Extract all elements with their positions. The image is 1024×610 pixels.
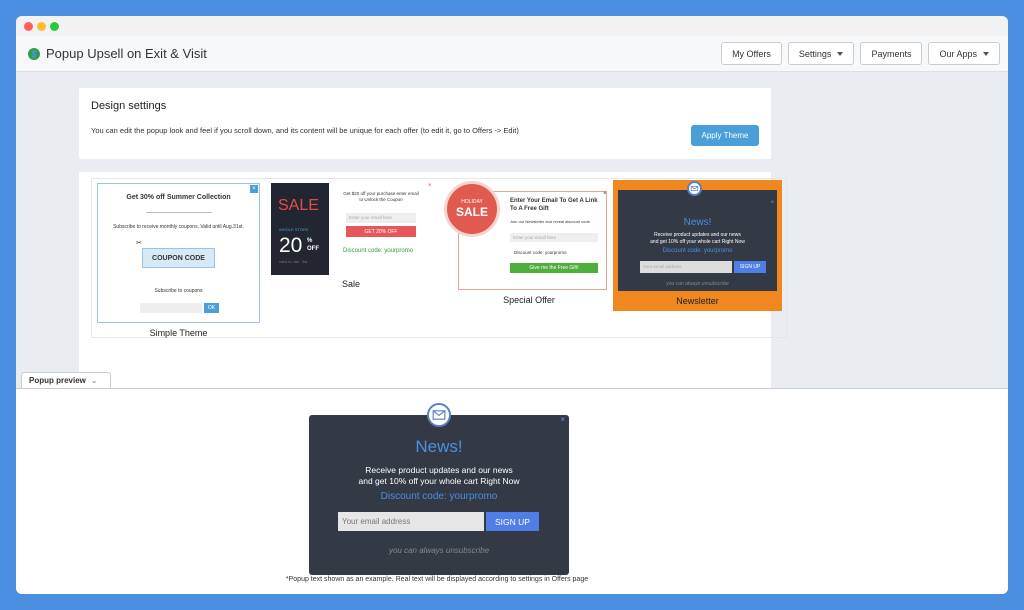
close-icon: × — [770, 200, 774, 206]
app-header: Popup Upsell on Exit & Visit My Offers S… — [16, 36, 1008, 72]
preview-discount-code: Discount code: yourpromo — [380, 491, 498, 502]
special-cta-button: Give me the Free Gift! — [510, 263, 598, 273]
newsletter-panel: × News! Receive product updates and our … — [618, 190, 777, 291]
coupon-code-box: COUPON CODE — [142, 248, 215, 268]
preview-text: Receive product updates and our news and … — [309, 465, 569, 487]
settings-button[interactable]: Settings — [787, 42, 855, 65]
mail-icon — [687, 181, 702, 196]
theme-newsletter-selected[interactable]: × News! Receive product updates and our … — [613, 180, 782, 311]
newsletter-unsubscribe: you can always unsubscribe — [666, 281, 729, 287]
newsletter-heading: News! — [683, 217, 712, 228]
our-apps-label: Our Apps — [939, 48, 977, 59]
popup-preview-area: × News! Receive product updates and our … — [16, 388, 1008, 594]
preview-text-line1: Receive product updates and our news — [365, 465, 513, 475]
our-apps-button[interactable]: Our Apps — [928, 42, 1000, 65]
sale-discount-code: Discount code: yourpromo — [343, 248, 414, 254]
popup-preview-label: Popup preview — [29, 376, 86, 385]
preview-popup: × News! Receive product updates and our … — [309, 403, 569, 575]
theme-label-sale: Sale — [341, 279, 360, 289]
close-window-icon[interactable] — [24, 22, 33, 31]
simple-subscribe-text: Subscribe to coupons — [154, 288, 203, 294]
simple-heading: Get 30% off Summer Collection — [126, 194, 231, 201]
theme-label-special: Special Offer — [503, 295, 555, 305]
theme-simple[interactable]: × Get 30% off Summer Collection Subscrib… — [97, 183, 260, 338]
design-settings-card: Design settings You can edit the popup l… — [79, 88, 771, 159]
simple-email-input — [140, 303, 202, 313]
preview-email-input[interactable] — [338, 512, 484, 531]
design-settings-title: Design settings — [91, 100, 167, 112]
special-subtext: Join our Newsletter and reveal discount … — [510, 219, 590, 224]
my-offers-label: My Offers — [732, 48, 771, 59]
payments-label: Payments — [871, 48, 912, 59]
theme-sale[interactable]: SALE WHOLE STORE 20 % OFF valid to Jan. 3… — [271, 183, 441, 293]
newsletter-text-line1: Receive product updates and our news — [654, 232, 741, 238]
off-text: OFF — [307, 246, 319, 252]
sale-text: SALE — [455, 205, 488, 219]
sale-text: Get $20 off your purchase enter email to… — [343, 191, 419, 202]
scissors-icon: ✂ — [136, 240, 142, 247]
special-discount-code: Discount code: yourpromo — [514, 250, 567, 255]
preview-unsubscribe-text: you can always unsubscribe — [388, 546, 490, 555]
simple-ok-button: OK — [204, 303, 219, 313]
themes-card: × Get 30% off Summer Collection Subscrib… — [79, 172, 787, 391]
app-logo-icon — [28, 48, 40, 60]
preview-note: *Popup text shown as an example. Real te… — [285, 576, 589, 583]
theme-label-simple: Simple Theme — [149, 328, 208, 338]
sale-number: 20 — [279, 234, 303, 257]
sale-percent: % OFF — [307, 237, 319, 253]
chevron-down-icon — [837, 51, 844, 56]
my-offers-button[interactable]: My Offers — [721, 42, 782, 65]
holiday-sale-badge: HOLIDAY SALE — [444, 181, 500, 237]
maximize-window-icon[interactable] — [50, 22, 59, 31]
sale-email-input: Enter your email here — [346, 213, 416, 223]
settings-label: Settings — [798, 48, 832, 59]
sale-banner: SALE WHOLE STORE 20 % OFF valid to Jan. 3… — [271, 183, 329, 275]
newsletter-signup-button: SIGN UP — [734, 261, 766, 273]
valid-text: valid to Jan. 3rd — [279, 259, 308, 264]
close-icon: × — [428, 183, 432, 189]
simple-subtext: Subscribe to receive monthly coupons. Va… — [113, 224, 244, 230]
newsletter-text: Receive product updates and our news and … — [618, 232, 777, 246]
theme-special-offer[interactable]: HOLIDAY SALE × Enter Your Email To Get A… — [444, 181, 614, 311]
payments-button[interactable]: Payments — [860, 42, 923, 65]
popup-preview-toggle[interactable]: Popup preview ⌄ — [21, 372, 111, 388]
preview-signup-button[interactable]: SIGN UP — [486, 512, 539, 531]
app-window: Popup Upsell on Exit & Visit My Offers S… — [16, 16, 1008, 594]
divider — [146, 212, 212, 213]
newsletter-text-line2: and get 10% off your whole cart Right No… — [650, 239, 745, 245]
window-titlebar — [16, 16, 1008, 36]
sale-cta-button: GET 20% OFF — [346, 226, 416, 237]
close-icon: × — [603, 191, 607, 197]
minimize-window-icon[interactable] — [37, 22, 46, 31]
preview-text-line2: and get 10% off your whole cart Right No… — [358, 476, 520, 486]
themes-gallery: × Get 30% off Summer Collection Subscrib… — [91, 178, 787, 338]
whole-store-text: WHOLE STORE — [279, 227, 309, 232]
close-icon: × — [250, 185, 258, 193]
chevron-down-icon: ⌄ — [90, 376, 98, 385]
sale-word: SALE — [278, 197, 319, 214]
apply-theme-button[interactable]: Apply Theme — [691, 125, 759, 146]
design-settings-description: You can edit the popup look and feel if … — [91, 126, 519, 135]
percent-sign: % — [307, 238, 313, 244]
special-email-input: Enter your email here — [510, 233, 598, 242]
newsletter-email-input: Your email address — [640, 261, 732, 273]
mail-icon — [427, 403, 451, 427]
close-icon[interactable]: × — [560, 415, 565, 424]
special-title: Enter Your Email To Get A Link To A Free… — [510, 198, 598, 212]
app-title: Popup Upsell on Exit & Visit — [46, 46, 207, 61]
preview-heading: News! — [415, 437, 463, 456]
theme-label-newsletter: Newsletter — [676, 296, 719, 306]
newsletter-discount: Discount code: yourpromo — [662, 248, 733, 254]
top-nav: My Offers Settings Payments Our Apps — [721, 42, 1000, 65]
chevron-down-icon — [983, 51, 989, 56]
